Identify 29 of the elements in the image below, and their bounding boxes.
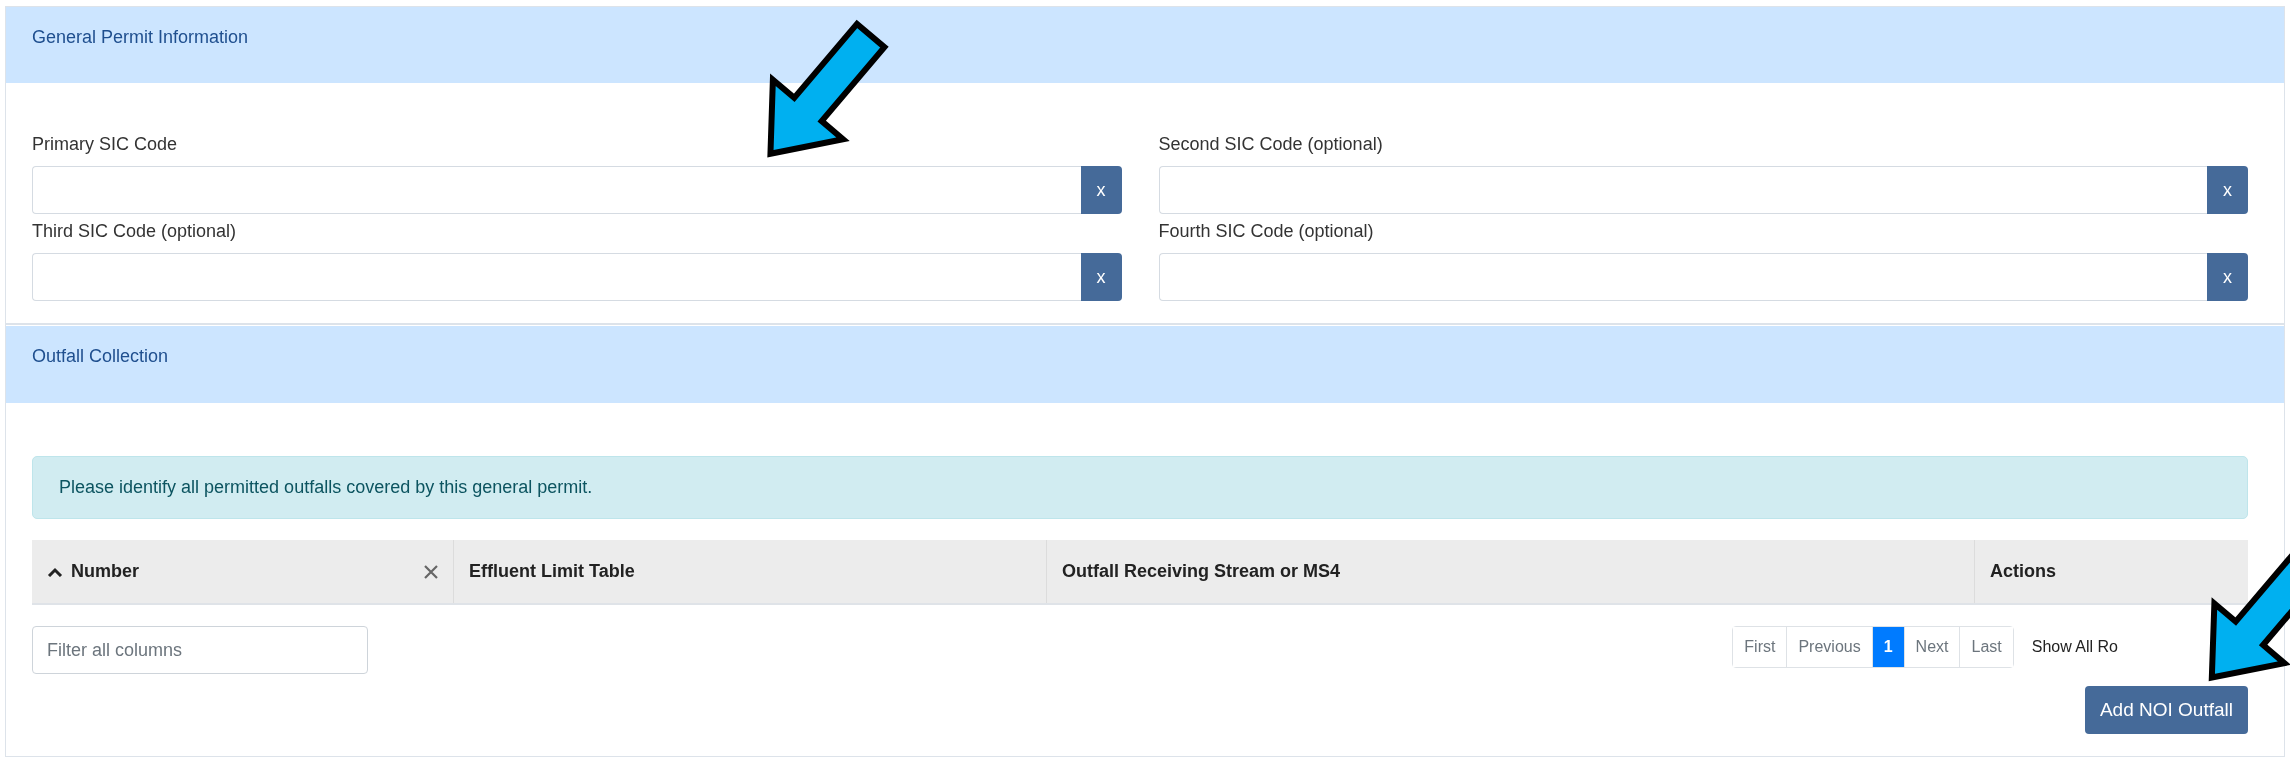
clear-button[interactable]: x: [2207, 253, 2248, 301]
add-outfall-button[interactable]: Add NOI Outfall: [2084, 686, 2248, 734]
filter-field[interactable]: Filter all columns: [32, 626, 368, 674]
column-title: Actions: [1990, 561, 2056, 582]
panel-title: Outfall Collection: [31, 345, 169, 367]
page-link[interactable]: Last: [1959, 627, 2013, 667]
info-alert: Please identify all permitted outfalls covered by this general permit.: [32, 456, 2248, 519]
close-icon[interactable]: [424, 564, 438, 579]
field-label: Third SIC Code (optional): [32, 220, 237, 243]
field-label: Fourth SIC Code (optional): [1158, 220, 1374, 243]
clear-button[interactable]: x: [1080, 166, 1122, 214]
panel-title: General Permit Information: [31, 26, 249, 48]
field-label: Second SIC Code (optional): [1158, 133, 1383, 156]
show-all-rows-link[interactable]: Show All Ro: [2031, 626, 2118, 658]
column-title: Effluent Limit Table: [469, 561, 635, 582]
column-header[interactable]: Outfall Receiving Stream or MS4: [1046, 540, 1974, 603]
sic-code-field[interactable]: [1158, 253, 2207, 301]
page-link[interactable]: 1: [1871, 627, 1904, 667]
clear-button[interactable]: x: [1080, 253, 1122, 301]
column-header[interactable]: Number: [32, 540, 453, 603]
sic-code-field[interactable]: [32, 253, 1081, 301]
sort-ascending-icon[interactable]: [47, 566, 63, 577]
field-label: Primary SIC Code: [32, 133, 178, 156]
clear-button[interactable]: x: [2207, 166, 2248, 214]
column-header[interactable]: Effluent Limit Table: [453, 540, 1046, 603]
column-title: Outfall Receiving Stream or MS4: [1062, 561, 1341, 582]
column-title: Number: [71, 561, 139, 582]
sic-code-field[interactable]: [1158, 166, 2207, 214]
sic-code-field[interactable]: [32, 166, 1081, 214]
